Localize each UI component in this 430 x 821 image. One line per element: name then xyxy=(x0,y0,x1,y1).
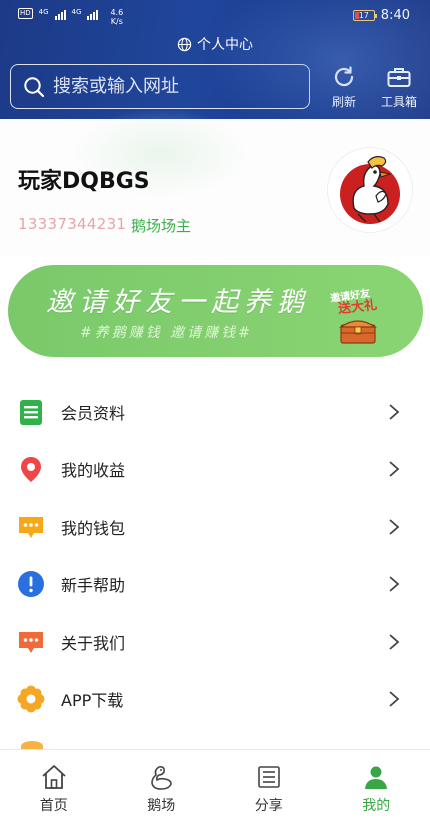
menu-item-label: APP下载 xyxy=(61,691,124,711)
message-icon xyxy=(19,631,43,653)
tab-share[interactable]: 分享 xyxy=(215,750,323,821)
tab-label: 首页 xyxy=(39,798,68,814)
tab-label: 分享 xyxy=(254,798,283,814)
chevron-right-icon xyxy=(389,634,400,650)
menu-item-member-info[interactable]: 会员资料 xyxy=(0,383,430,441)
treasure-chest-icon xyxy=(339,320,377,344)
tab-home[interactable]: 首页 xyxy=(0,750,108,821)
menu-list: 会员资料 我的收益 我的钱包 新手帮助 关于我们 APP下载 xyxy=(0,383,430,728)
tab-goose-farm[interactable]: 鹅场 xyxy=(108,750,216,821)
network-label: 4G xyxy=(38,8,49,16)
phone-number: 13337344231 xyxy=(18,215,127,233)
menu-item-label: 新手帮助 xyxy=(61,576,126,596)
gift-main-text: 送大礼 xyxy=(337,297,378,317)
location-pin-icon xyxy=(21,457,41,483)
chevron-right-icon xyxy=(389,519,400,535)
chevron-right-icon xyxy=(389,461,400,477)
tab-mine[interactable]: 我的 xyxy=(323,750,430,821)
tab-label: 我的 xyxy=(362,798,391,814)
goose-icon xyxy=(151,766,173,790)
battery-icon: 17 xyxy=(352,10,377,21)
chevron-right-icon xyxy=(389,576,400,592)
search-box[interactable] xyxy=(10,64,310,109)
menu-item-label: 关于我们 xyxy=(61,633,126,653)
menu-item-label: 会员资料 xyxy=(61,403,126,423)
banner-subtitle: #养鹅赚钱 邀请赚钱# xyxy=(80,325,253,341)
search-icon xyxy=(24,76,45,97)
refresh-label: 刷新 xyxy=(331,95,356,109)
chevron-right-icon xyxy=(389,691,400,707)
speed-unit: K/s xyxy=(110,17,123,26)
exclamation-icon xyxy=(18,571,44,598)
user-role: 鹅场场主 xyxy=(131,217,192,235)
refresh-icon xyxy=(334,66,354,87)
tab-label: 鹅场 xyxy=(147,798,176,814)
bottom-tab-bar: 首页 鹅场 分享 我的 xyxy=(0,749,430,821)
speed-value: 4.6 xyxy=(110,8,124,17)
network-speed: 4.6 K/s xyxy=(110,8,123,26)
flower-icon xyxy=(17,685,45,713)
header-bar: HD 4G 4G 4.6 K/s 17 8:40 个人中心 搜索或输入网址 刷新… xyxy=(0,0,430,119)
toolbox-label: 工具箱 xyxy=(380,95,417,109)
toolbox-button[interactable]: 工具箱 xyxy=(376,64,422,110)
chat-bubble-icon xyxy=(19,516,43,538)
goose-avatar-icon xyxy=(328,148,412,232)
banner-title: 邀请好友一起养鹅 xyxy=(46,287,310,318)
home-icon xyxy=(42,765,66,789)
hd-badge: HD xyxy=(18,8,33,19)
signal-icon-2 xyxy=(87,8,99,20)
network-label-2: 4G xyxy=(71,8,82,16)
menu-item-help[interactable]: 新手帮助 xyxy=(0,556,430,614)
toolbox-icon xyxy=(387,68,411,87)
gift-badge: 邀请好友 送大礼 xyxy=(326,287,390,349)
clock: 8:40 xyxy=(380,8,410,23)
battery-fill xyxy=(354,12,359,19)
username: 玩家DQBGS xyxy=(18,169,150,194)
menu-item-app-download[interactable]: APP下载 xyxy=(0,671,430,729)
status-bar: HD 4G 4G 4.6 K/s 17 8:40 xyxy=(0,0,430,32)
menu-item-label: 我的收益 xyxy=(61,461,126,481)
signal-icon xyxy=(54,8,66,20)
invite-banner[interactable]: 邀请好友一起养鹅 #养鹅赚钱 邀请赚钱# 邀请好友 送大礼 xyxy=(8,265,423,357)
person-icon xyxy=(365,766,388,789)
page-title: 个人中心 xyxy=(0,34,430,54)
chevron-right-icon xyxy=(389,404,400,420)
share-icon xyxy=(257,766,280,788)
page-title-text: 个人中心 xyxy=(197,37,253,53)
avatar[interactable] xyxy=(328,148,412,232)
search-input[interactable] xyxy=(53,76,293,97)
menu-item-about[interactable]: 关于我们 xyxy=(0,613,430,671)
menu-item-earnings[interactable]: 我的收益 xyxy=(0,441,430,499)
battery-level: 17 xyxy=(358,11,369,20)
globe-icon xyxy=(177,37,192,51)
menu-item-label: 我的钱包 xyxy=(61,518,126,538)
member-list-icon xyxy=(20,399,42,425)
menu-item-wallet[interactable]: 我的钱包 xyxy=(0,498,430,556)
refresh-button[interactable]: 刷新 xyxy=(327,64,361,110)
